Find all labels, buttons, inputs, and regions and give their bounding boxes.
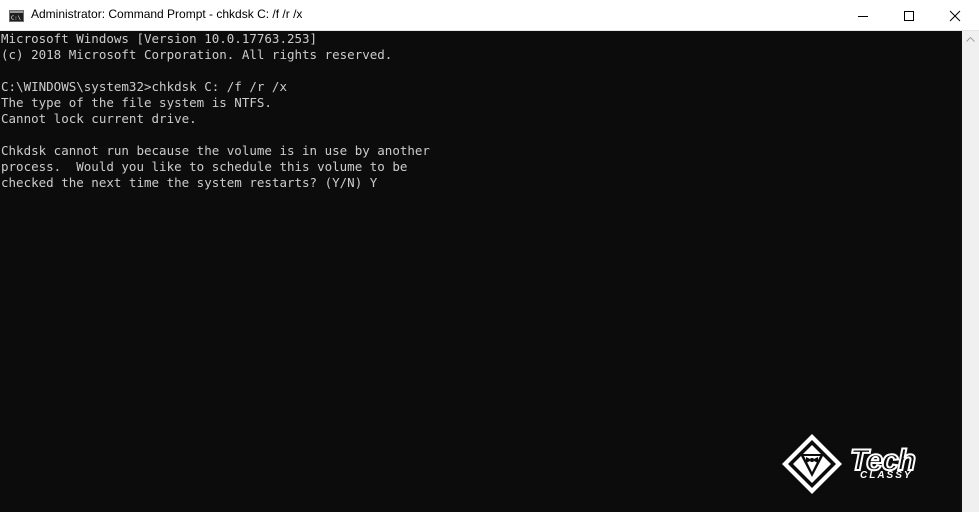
minimize-button[interactable] [840,0,886,30]
command-prompt-window: C:\ Administrator: Command Prompt - chkd… [0,0,979,512]
svg-text:C:\: C:\ [11,16,21,22]
close-button[interactable] [932,0,978,30]
console-line: C:\WINDOWS\system32>chkdsk C: /f /r /x [1,79,287,94]
maximize-icon [904,11,914,21]
console-line: (c) 2018 Microsoft Corporation. All righ… [1,47,393,62]
maximize-button[interactable] [886,0,932,30]
scroll-up-button[interactable] [962,31,979,48]
console-line: The type of the file system is NTFS. [1,95,272,110]
console-line: checked the next time the system restart… [1,175,378,190]
tech-classy-watermark: Tech CLASSY [780,432,940,496]
console-line: Cannot lock current drive. [1,111,197,126]
console-line: Chkdsk cannot run because the volume is … [1,143,430,158]
console-line: process. Would you like to schedule this… [1,159,408,174]
vertical-scrollbar[interactable] [962,31,979,512]
window-title: Administrator: Command Prompt - chkdsk C… [31,7,303,21]
cmd-icon[interactable]: C:\ [9,9,24,22]
watermark-word-classy: CLASSY [860,470,913,481]
chevron-up-icon [966,37,975,42]
tuxedo-diamond-icon [782,434,842,494]
console-line: Microsoft Windows [Version 10.0.17763.25… [1,31,318,46]
minimize-icon [858,16,868,17]
title-bar[interactable]: C:\ Administrator: Command Prompt - chkd… [0,0,979,31]
close-icon [949,10,961,22]
